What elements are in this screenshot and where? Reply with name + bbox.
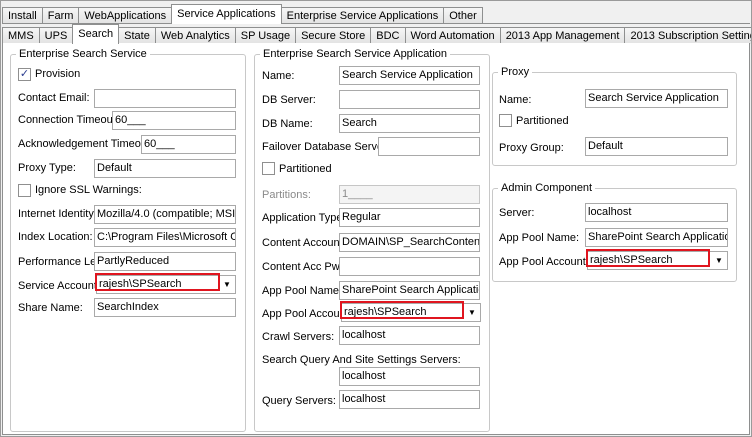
query-site-settings-servers-field[interactable]: localhost [339, 367, 480, 386]
proxy-name-label: Name: [499, 94, 532, 106]
content-account-label: Content Account: [262, 237, 346, 249]
proxy-partitioned-checkbox[interactable] [499, 114, 512, 127]
tab-other[interactable]: Other [443, 7, 483, 24]
checkmark-icon: ✓ [19, 68, 30, 80]
application-type-label: Application Type: [262, 212, 346, 224]
tab-bdc[interactable]: BDC [370, 27, 406, 44]
tab-service-applications[interactable]: Service Applications [171, 4, 282, 24]
second-tab-row: MMS UPS Search State Web Analytics SP Us… [2, 24, 752, 44]
admin-app-pool-name-field[interactable]: SharePoint Search Application P [585, 228, 728, 247]
content-acc-pwd-field[interactable] [339, 257, 480, 276]
service-account-label: Service Account: [18, 280, 100, 292]
service-account-value: rajesh\SPSearch [99, 278, 182, 290]
application-type-field[interactable]: Regular [339, 208, 480, 227]
chevron-down-icon[interactable]: ▼ [711, 252, 727, 269]
partitions-field: 1____ [339, 185, 480, 204]
provision-label: Provision [35, 68, 81, 80]
proxy-group-label: Proxy Group: [499, 142, 564, 154]
tab-2013-app-management[interactable]: 2013 App Management [499, 27, 626, 44]
connection-timeout-label: Connection Timeout: [18, 114, 119, 126]
essa-partitioned-checkbox[interactable] [262, 162, 275, 175]
chevron-down-icon[interactable]: ▼ [464, 304, 480, 321]
admin-app-pool-account-label: App Pool Account: [499, 256, 589, 268]
essa-app-pool-account-value: rajesh\SPSearch [344, 306, 427, 318]
proxy-title: Proxy [498, 66, 533, 78]
service-account-dropdown[interactable]: rajesh\SPSearch ▼ [96, 275, 236, 294]
tab-sp-usage[interactable]: SP Usage [234, 27, 297, 44]
tab-state[interactable]: State [118, 27, 156, 44]
chevron-down-icon[interactable]: ▼ [219, 276, 235, 293]
essa-app-pool-account-label: App Pool Account: [262, 308, 352, 320]
share-name-label: Share Name: [18, 302, 83, 314]
index-location-label: Index Location: [18, 231, 93, 243]
ignore-ssl-warnings-checkbox[interactable] [18, 184, 31, 197]
tab-ups[interactable]: UPS [38, 27, 74, 44]
admin-app-pool-account-dropdown[interactable]: rajesh\SPSearch ▼ [587, 251, 728, 270]
essa-app-pool-name-label: App Pool Name: [262, 285, 343, 297]
proxy-type-label: Proxy Type: [18, 162, 76, 174]
internet-identity-field[interactable]: Mozilla/4.0 (compatible; MSIE 4.0 [94, 205, 236, 224]
admin-app-pool-name-label: App Pool Name: [499, 232, 580, 244]
db-server-label: DB Server: [262, 94, 316, 106]
db-name-label: DB Name: [262, 118, 313, 130]
essa-name-field[interactable]: Search Service Application [339, 66, 480, 85]
admin-app-pool-account-value: rajesh\SPSearch [590, 254, 673, 266]
essa-app-pool-account-dropdown[interactable]: rajesh\SPSearch ▼ [341, 303, 481, 322]
tab-secure-store[interactable]: Secure Store [295, 27, 372, 44]
essa-partitioned-label: Partitioned [279, 163, 332, 175]
performance-level-field[interactable]: PartlyReduced [94, 252, 236, 271]
index-location-field[interactable]: C:\Program Files\Microsoft Office [94, 228, 236, 247]
crawl-servers-field[interactable]: localhost [339, 326, 480, 345]
db-server-field[interactable] [339, 90, 480, 109]
share-name-field[interactable]: SearchIndex [94, 298, 236, 317]
proxy-type-field[interactable]: Default [94, 159, 236, 178]
tab-webapplications[interactable]: WebApplications [78, 7, 173, 24]
tab-web-analytics[interactable]: Web Analytics [154, 27, 236, 44]
proxy-partitioned-label: Partitioned [516, 115, 569, 127]
top-tab-row: Install Farm WebApplications Service App… [2, 4, 483, 24]
admin-component-title: Admin Component [498, 182, 596, 194]
admin-server-field[interactable]: localhost [585, 203, 728, 222]
proxy-name-field[interactable]: Search Service Application [585, 89, 728, 108]
essa-name-label: Name: [262, 70, 295, 82]
failover-db-server-label: Failover Database Server: [262, 141, 390, 153]
tab-word-automation[interactable]: Word Automation [404, 27, 501, 44]
crawl-servers-label: Crawl Servers: [262, 331, 335, 343]
query-servers-field[interactable]: localhost [339, 390, 480, 409]
ignore-ssl-warnings-label: Ignore SSL Warnings: [35, 184, 142, 196]
partitions-label: Partitions: [262, 189, 311, 201]
tab-farm[interactable]: Farm [41, 7, 80, 24]
essa-app-pool-name-field[interactable]: SharePoint Search Application P [339, 281, 480, 300]
query-servers-label: Query Servers: [262, 395, 336, 407]
tab-search[interactable]: Search [72, 24, 120, 44]
contact-email-field[interactable] [94, 89, 236, 108]
tab-install[interactable]: Install [2, 7, 43, 24]
tab-mms[interactable]: MMS [2, 27, 40, 44]
admin-server-label: Server: [499, 207, 535, 219]
tab-2013-subscription-settings[interactable]: 2013 Subscription Settings [624, 27, 752, 44]
failover-db-server-field[interactable] [378, 137, 480, 156]
connection-timeout-field[interactable]: 60___ [112, 111, 236, 130]
content-account-field[interactable]: DOMAIN\SP_SearchContent [339, 233, 480, 252]
provision-checkbox[interactable]: ✓ [18, 68, 31, 81]
tab-enterprise-service-applications[interactable]: Enterprise Service Applications [280, 7, 445, 24]
enterprise-search-service-title: Enterprise Search Service [16, 48, 150, 60]
contact-email-label: Contact Email: [18, 92, 90, 104]
db-name-field[interactable]: Search [339, 114, 480, 133]
acknowledgement-timeout-field[interactable]: 60___ [141, 135, 236, 154]
query-site-settings-servers-label: Search Query And Site Settings Servers: [262, 354, 461, 366]
internet-identity-label: Internet Identity: [18, 208, 97, 220]
acknowledgement-timeout-label: Acknowledgement Timeout: [18, 138, 154, 150]
content-acc-pwd-label: Content Acc Pwd: [262, 261, 349, 273]
enterprise-search-service-application-title: Enterprise Search Service Application [260, 48, 451, 60]
proxy-group-field[interactable]: Default [585, 137, 728, 156]
